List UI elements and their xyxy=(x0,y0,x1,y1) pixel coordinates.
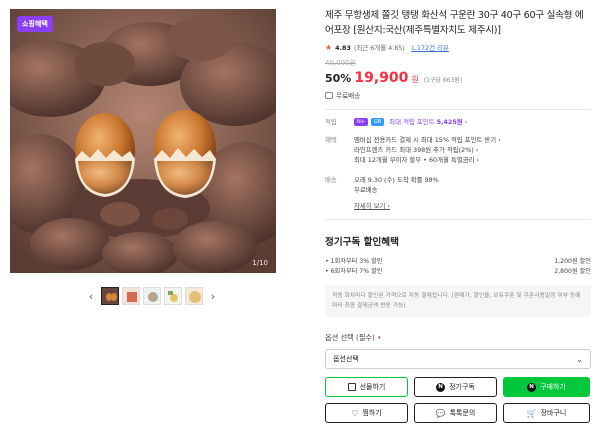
chevron-down-icon: ⌄ xyxy=(576,354,583,364)
eggs-on-lava-stones-photo xyxy=(10,9,276,273)
subscription-row: • 1회차부터 3% 할인 1,200원 할인 xyxy=(325,257,591,267)
cart-icon: 🛒 xyxy=(526,408,537,418)
delivery-label: 배송 xyxy=(325,176,337,184)
thumbnail-2[interactable] xyxy=(122,287,140,305)
thumbnail-3[interactable] xyxy=(143,287,161,305)
rating-detail: (최근 6개월 4.85) xyxy=(353,44,405,52)
naver-n-icon: N xyxy=(527,382,537,392)
card-benefit-row: 혜택 멤버십 전용카드 결제 시 최대 15% 적립 포인트 받기 › 라인프렌… xyxy=(325,135,591,165)
thumbnail-4[interactable] xyxy=(164,287,182,305)
original-price: 40,000원 xyxy=(325,59,356,67)
chat-bubble-icon: 💬 xyxy=(435,408,446,418)
truck-icon xyxy=(325,91,333,99)
card-benefit-line-3[interactable]: 최대 12개월 무이자 할부 • 60개월 특별금리 › xyxy=(354,155,501,165)
divider xyxy=(325,219,591,220)
action-buttons: 선물하기 N 정기구독 N 구매하기 ♡ 찜하기 💬 톡톡문의 🛒 장바구니 xyxy=(325,377,591,423)
price-unit: 원 xyxy=(411,75,419,84)
gift-button[interactable]: 선물하기 xyxy=(325,377,408,397)
npay-plus-badge: N+ xyxy=(354,118,368,126)
subscription-list: • 1회차부터 3% 할인 1,200원 할인 • 6회차부터 7% 할인 2,… xyxy=(325,257,591,277)
star-icon: ★ xyxy=(325,43,333,52)
heart-icon: ♡ xyxy=(351,408,359,418)
points-row: 적립 N+ GB 최대 적립 포인트 5,425원 › xyxy=(325,117,591,127)
rating-row: ★ 4.83 (최근 6개월 4.85) 1,172건 리뷰 xyxy=(325,43,591,52)
subscription-row-label: • 6회차부터 7% 할인 xyxy=(325,268,383,275)
delivery-row: 배송 오래 9.30 (수) 도착 확률 98% 무료배송 자세히 보기 › xyxy=(325,175,591,211)
discount-rate: 50% xyxy=(325,72,352,85)
divider xyxy=(325,109,591,110)
subscription-row-label: • 1회차부터 3% 할인 xyxy=(325,258,383,265)
thumbnail-strip: ‹ › xyxy=(84,287,220,305)
membership-badge: GB xyxy=(370,118,385,126)
free-shipping-tag: 무료배송 xyxy=(325,90,591,100)
subscription-row-value: 1,200원 할인 xyxy=(554,258,591,265)
card-benefit-label: 혜택 xyxy=(325,136,337,144)
delivery-eta: 오래 9.30 (수) 도착 확률 98% xyxy=(354,176,439,184)
subscription-row: • 6회차부터 7% 할인 2,800원 할인 xyxy=(325,267,591,277)
thumbnail-1[interactable] xyxy=(101,287,119,305)
max-points-link[interactable]: 최대 적립 포인트 5,425원 › xyxy=(389,118,467,126)
sale-price: 19,900 xyxy=(354,70,409,86)
points-label: 적립 xyxy=(325,118,337,126)
cart-button[interactable]: 🛒 장바구니 xyxy=(503,403,590,423)
review-count-link[interactable]: 1,172건 리뷰 xyxy=(411,43,449,52)
naver-n-icon: N xyxy=(436,382,446,392)
product-info-panel: 제주 무항생제 쫄깃 탱탱 화산석 구운란 30구 40구 60구 실속형 에어… xyxy=(325,8,591,423)
shopping-benefit-badge: 쇼핑혜택 xyxy=(17,16,53,32)
product-gallery: 쇼핑혜택 1/10 ‹ › xyxy=(10,9,276,305)
image-counter: 1/10 xyxy=(252,259,268,267)
wish-button[interactable]: ♡ 찜하기 xyxy=(325,403,408,423)
delivery-fee: 무료배송 xyxy=(354,186,378,194)
delivery-more-link[interactable]: 자세히 보기 › xyxy=(354,201,439,211)
option-select-dropdown[interactable]: 옵션선택 ⌄ xyxy=(325,349,591,369)
product-title: 제주 무항생제 쫄깃 탱탱 화산석 구운란 30구 40구 60구 실속형 에어… xyxy=(325,10,584,36)
card-benefit-line-1[interactable]: 멤버십 전용카드 결제 시 최대 15% 적립 포인트 받기 › xyxy=(354,135,501,145)
thumbnail-next-arrow[interactable]: › xyxy=(206,290,220,303)
unit-price: (1구당 663원) xyxy=(423,77,463,84)
subscription-notice: 적용 회차마다 할인된 가격으로 자동 결제됩니다. (판매가, 할인율, 보유… xyxy=(325,285,591,317)
free-shipping-text: 무료배송 xyxy=(336,92,361,100)
price-row: 50% 19,900 원 (1구당 663원) xyxy=(325,70,591,86)
gift-icon xyxy=(347,383,356,391)
main-product-image[interactable]: 쇼핑혜택 1/10 xyxy=(10,9,276,273)
option-select-value: 옵션선택 xyxy=(333,355,359,363)
option-label: 옵션 선택 (필수) • xyxy=(325,333,382,342)
card-benefit-line-2[interactable]: 라인프렌즈 카드 최대 398원 추가 적립(2%) › xyxy=(354,145,501,155)
talk-inquiry-button[interactable]: 💬 톡톡문의 xyxy=(414,403,497,423)
subscribe-button[interactable]: N 정기구독 xyxy=(414,377,497,397)
buy-button[interactable]: N 구매하기 xyxy=(503,377,590,397)
thumbnail-5[interactable] xyxy=(185,287,203,305)
subscription-title: 정기구독 할인혜택 xyxy=(325,237,399,248)
thumbnail-prev-arrow[interactable]: ‹ xyxy=(84,290,98,303)
subscription-row-value: 2,800원 할인 xyxy=(554,268,591,275)
rating-score: 4.83 xyxy=(335,43,351,52)
